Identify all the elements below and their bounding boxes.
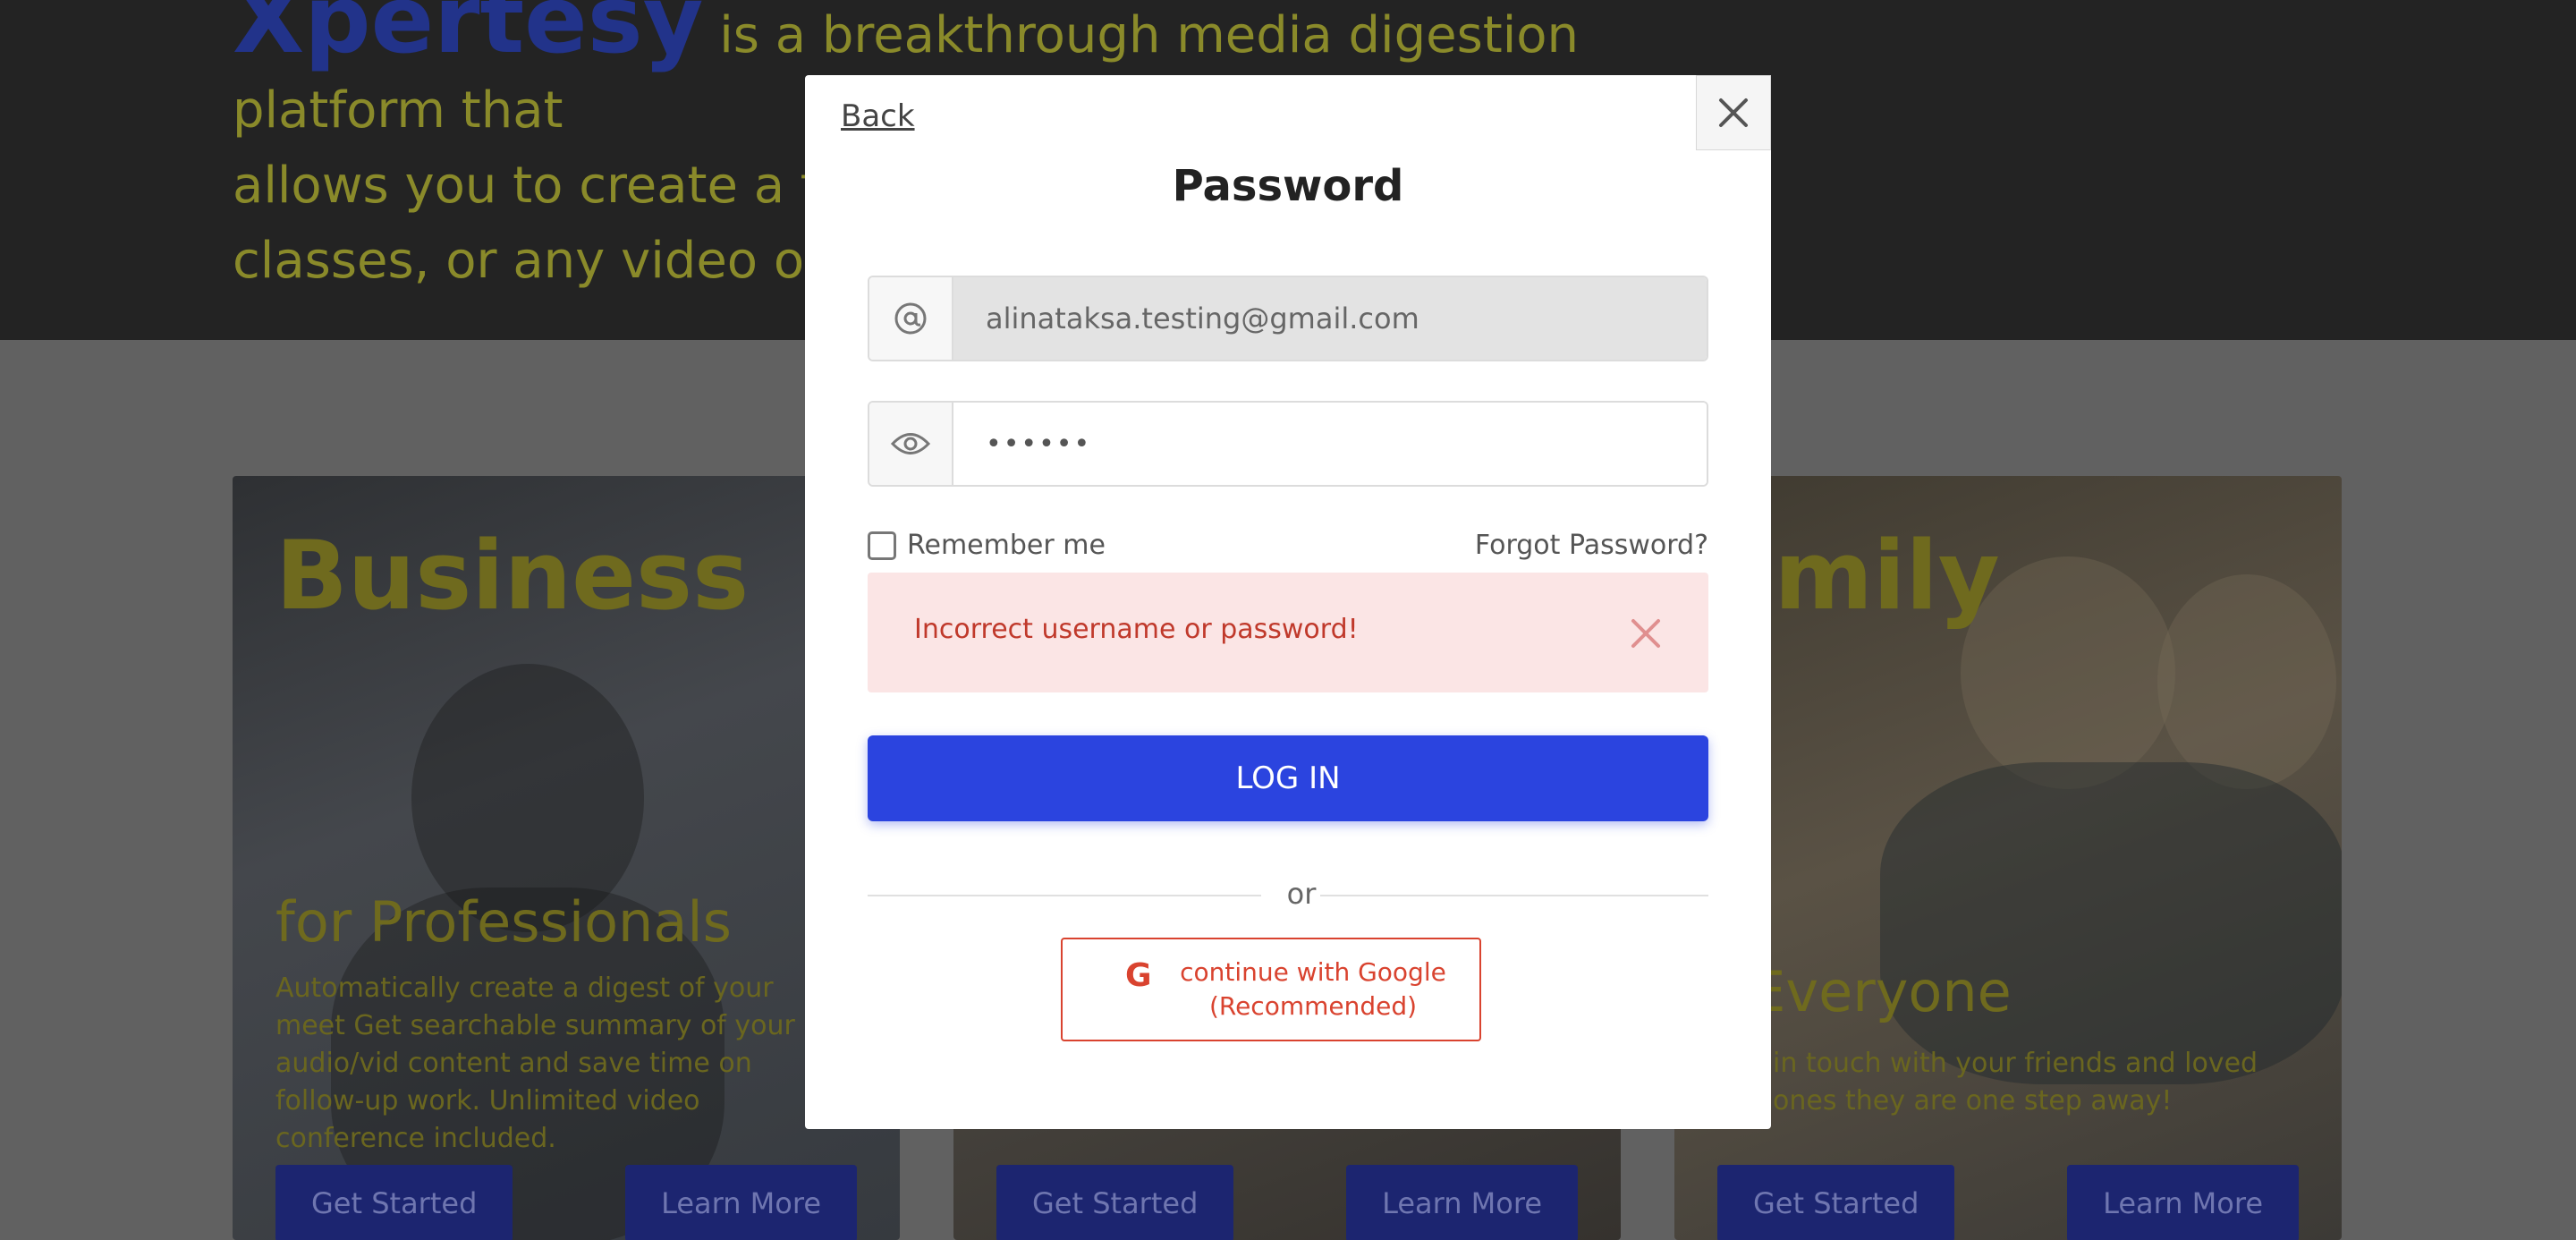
- divider-line: [868, 895, 1261, 896]
- google-login-button[interactable]: G continue with Google (Recommended): [1061, 938, 1481, 1041]
- back-link[interactable]: Back: [841, 98, 915, 134]
- close-icon[interactable]: [1628, 616, 1664, 651]
- email-field: [868, 276, 1708, 361]
- remember-label: Remember me: [907, 530, 1106, 561]
- divider-line: [1320, 895, 1708, 896]
- remember-me[interactable]: Remember me: [868, 530, 1106, 561]
- close-button[interactable]: [1696, 75, 1771, 150]
- login-modal: Back Password Remember me Forgo: [805, 75, 1771, 1129]
- login-button[interactable]: LOG IN: [868, 735, 1708, 821]
- google-icon: G: [1125, 957, 1152, 994]
- google-label-line-2: (Recommended): [1208, 991, 1418, 1021]
- email-addon: [869, 277, 953, 360]
- password-addon[interactable]: [869, 403, 953, 485]
- close-icon: [1719, 98, 1748, 127]
- google-button-label: continue with Google (Recommended): [1152, 955, 1474, 1023]
- modal-title: Password: [1172, 161, 1404, 211]
- email-input[interactable]: [953, 277, 1707, 360]
- eye-icon: [891, 433, 930, 454]
- password-field: [868, 401, 1708, 487]
- password-input[interactable]: [953, 403, 1707, 485]
- error-alert: Incorrect username or password!: [868, 573, 1708, 692]
- forgot-password-link[interactable]: Forgot Password?: [1475, 530, 1708, 561]
- remember-checkbox[interactable]: [868, 531, 896, 560]
- divider-label: or: [1286, 877, 1317, 911]
- google-label-line-1: continue with Google: [1180, 957, 1446, 987]
- error-message: Incorrect username or password!: [914, 614, 1359, 645]
- or-divider: or: [868, 877, 1708, 913]
- at-icon: [894, 302, 927, 335]
